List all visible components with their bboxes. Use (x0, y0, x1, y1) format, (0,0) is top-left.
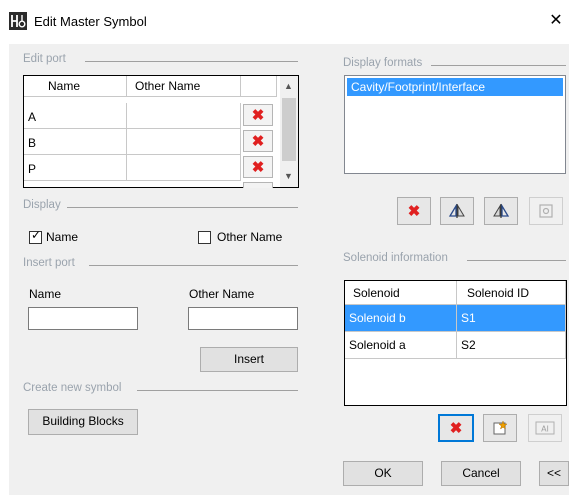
text-field-icon: AI (535, 421, 555, 435)
add-icon (493, 420, 508, 435)
check-icon: ✓ (31, 228, 42, 242)
column-header-solenoid-id[interactable]: Solenoid ID (457, 281, 566, 305)
insert-name-input[interactable] (28, 307, 138, 330)
solenoid-row-id[interactable]: S1 (457, 305, 566, 332)
column-header-other-name[interactable]: Other Name (127, 76, 241, 97)
insert-name-label: Name (29, 287, 62, 301)
display-label: Display (23, 199, 61, 211)
column-header-actions (241, 76, 277, 97)
column-header-solenoid[interactable]: Solenoid (345, 281, 457, 305)
app-logo-icon (9, 12, 27, 30)
format-properties-button[interactable] (529, 197, 563, 225)
solenoid-row-name[interactable]: Solenoid b (345, 305, 457, 332)
solenoid-grid: Solenoid Solenoid ID Solenoid b S1 Solen… (344, 280, 567, 406)
collapse-button[interactable]: << (539, 461, 569, 486)
create-symbol-divider (137, 390, 298, 391)
edit-port-grid: Name Other Name A ✖ B ✖ P ✖ ▲ ▼ (23, 75, 299, 188)
text-field-button[interactable]: AI (528, 414, 562, 442)
display-divider (67, 207, 298, 208)
display-formats-list[interactable]: Cavity/Footprint/Interface (344, 75, 566, 174)
delete-port-partial-button[interactable] (243, 182, 273, 188)
solenoid-info-divider (467, 260, 566, 261)
title-bar: Edit Master Symbol ✕ (0, 0, 569, 44)
cancel-button[interactable]: Cancel (441, 461, 521, 486)
insert-port-label: Insert port (23, 257, 75, 269)
delete-port-a-button[interactable]: ✖ (243, 104, 273, 126)
delete-icon: ✖ (251, 132, 265, 150)
insert-other-name-input[interactable] (188, 307, 298, 330)
insert-button[interactable]: Insert (200, 347, 298, 372)
delete-icon: ✖ (449, 419, 463, 437)
mirror-left-icon (448, 203, 465, 218)
close-button[interactable]: ✕ (546, 10, 566, 32)
ai-label: AI (541, 425, 549, 434)
delete-port-p-button[interactable]: ✖ (243, 156, 273, 178)
port-row-other-a[interactable] (127, 103, 241, 129)
display-formats-label: Display formats (343, 57, 423, 69)
solenoid-row-name[interactable]: Solenoid a (345, 332, 457, 359)
name-checkbox[interactable]: ✓ Name (29, 228, 109, 246)
window-title: Edit Master Symbol (34, 14, 147, 29)
checkbox-box[interactable] (198, 231, 211, 244)
add-solenoid-button[interactable] (483, 414, 517, 442)
port-row-other-b[interactable] (127, 129, 241, 155)
other-name-checkbox[interactable]: Other Name (198, 230, 298, 246)
create-symbol-label: Create new symbol (23, 382, 122, 394)
delete-icon: ✖ (251, 106, 265, 124)
mirror-right-icon (493, 203, 510, 218)
port-row-other-p[interactable] (127, 155, 241, 181)
delete-solenoid-button[interactable]: ✖ (438, 414, 474, 442)
mirror-right-button[interactable] (484, 197, 518, 225)
mirror-left-button[interactable] (440, 197, 474, 225)
port-row-name-p[interactable]: P (24, 155, 127, 181)
checkbox-box[interactable]: ✓ (29, 228, 42, 244)
display-formats-divider (431, 65, 566, 66)
delete-icon: ✖ (407, 202, 421, 220)
port-row-name-b[interactable]: B (24, 129, 127, 155)
insert-port-divider (89, 265, 298, 266)
delete-format-button[interactable]: ✖ (397, 197, 431, 225)
edit-port-label: Edit port (23, 53, 66, 65)
column-header-name[interactable]: Name (24, 76, 127, 97)
ok-button[interactable]: OK (343, 461, 423, 486)
display-format-item[interactable]: Cavity/Footprint/Interface (347, 78, 563, 96)
solenoid-info-label: Solenoid information (343, 252, 448, 264)
scroll-thumb[interactable] (282, 98, 296, 161)
edit-port-scrollbar[interactable]: ▲ ▼ (280, 76, 298, 187)
scroll-down-icon[interactable]: ▼ (280, 168, 297, 185)
delete-port-b-button[interactable]: ✖ (243, 130, 273, 152)
other-name-checkbox-label: Other Name (217, 230, 283, 244)
delete-icon: ✖ (251, 158, 265, 176)
properties-icon (539, 204, 553, 218)
solenoid-row-id[interactable]: S2 (457, 332, 566, 359)
edit-port-divider (85, 61, 298, 62)
scroll-up-icon[interactable]: ▲ (280, 78, 297, 95)
name-checkbox-label: Name (46, 230, 79, 244)
building-blocks-button[interactable]: Building Blocks (28, 409, 138, 435)
port-row-name-a[interactable]: A (24, 103, 127, 129)
insert-other-name-label: Other Name (189, 287, 255, 301)
